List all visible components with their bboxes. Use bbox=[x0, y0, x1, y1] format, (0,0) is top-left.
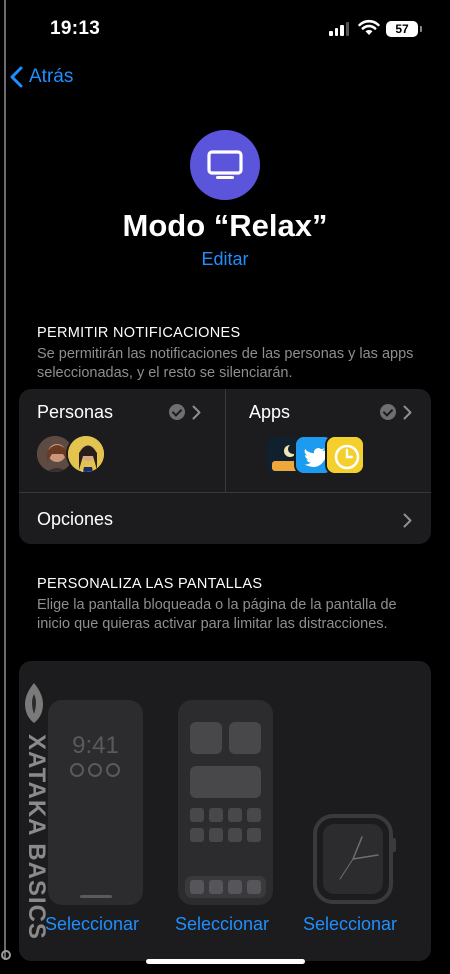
watch-face-preview[interactable] bbox=[312, 813, 400, 905]
home-bar bbox=[80, 895, 112, 898]
select-home-screen-button[interactable]: Seleccionar bbox=[175, 914, 269, 935]
chevron-right-icon bbox=[403, 513, 412, 528]
verified-check-icon bbox=[169, 404, 185, 420]
chevron-left-icon bbox=[10, 66, 23, 88]
lock-widgets bbox=[70, 763, 120, 777]
chevron-right-icon bbox=[192, 405, 201, 420]
widget bbox=[229, 722, 261, 754]
widget bbox=[190, 722, 222, 754]
people-label: Personas bbox=[37, 402, 114, 422]
apps-label: Apps bbox=[249, 402, 291, 422]
edge-marker bbox=[1, 950, 11, 960]
status-time: 19:13 bbox=[50, 18, 101, 39]
dock bbox=[185, 876, 266, 898]
battery-icon: 57 bbox=[386, 21, 418, 37]
customize-screens-header: PERSONALIZA LAS PANTALLAS bbox=[37, 576, 263, 592]
status-bar: 19:13 57 bbox=[0, 0, 450, 60]
apps-cell[interactable]: Apps bbox=[226, 389, 431, 492]
customize-screens-description: Elige la pantalla bloqueada o la página … bbox=[37, 597, 397, 632]
back-button[interactable]: Atrás bbox=[10, 66, 73, 88]
wifi-icon bbox=[358, 19, 380, 35]
clock-icon bbox=[325, 435, 365, 475]
allow-notifications-card: Personas Apps Opciones bbox=[19, 389, 431, 544]
xataka-basics-watermark: XATAKA BASICS bbox=[18, 682, 58, 942]
options-row[interactable]: Opciones bbox=[19, 493, 431, 544]
edit-button[interactable]: Editar bbox=[0, 249, 450, 270]
screenshot-edge bbox=[4, 0, 6, 960]
tv-icon bbox=[207, 150, 243, 179]
avatar bbox=[66, 434, 106, 474]
focus-mode-icon bbox=[190, 130, 260, 200]
lock-screen-preview[interactable]: 9:41 bbox=[48, 700, 143, 905]
customize-screens-card: 9:41 Seleccionar Seleccionar Seleccionar bbox=[19, 661, 431, 961]
select-watch-face-button[interactable]: Seleccionar bbox=[303, 914, 397, 935]
home-indicator[interactable] bbox=[146, 959, 305, 964]
people-cell[interactable]: Personas bbox=[19, 389, 225, 492]
allow-notifications-description: Se permitirán las notificaciones de las … bbox=[37, 346, 414, 381]
widget bbox=[190, 766, 261, 798]
xataka-logo-icon bbox=[25, 683, 43, 723]
verified-check-icon bbox=[380, 404, 396, 420]
lock-screen-time: 9:41 bbox=[72, 732, 119, 759]
watermark-text: XATAKA BASICS bbox=[23, 734, 50, 940]
app-grid bbox=[190, 808, 262, 842]
battery-tip bbox=[420, 26, 422, 32]
cellular-signal-icon bbox=[329, 22, 349, 36]
allow-notifications-header: PERMITIR NOTIFICACIONES bbox=[37, 325, 241, 341]
options-label: Opciones bbox=[37, 509, 114, 529]
home-screen-preview[interactable] bbox=[178, 700, 273, 905]
select-lock-screen-button[interactable]: Seleccionar bbox=[45, 914, 139, 935]
chevron-right-icon bbox=[403, 405, 412, 420]
back-label: Atrás bbox=[29, 66, 74, 87]
focus-title: Modo “Relax” bbox=[122, 208, 328, 243]
